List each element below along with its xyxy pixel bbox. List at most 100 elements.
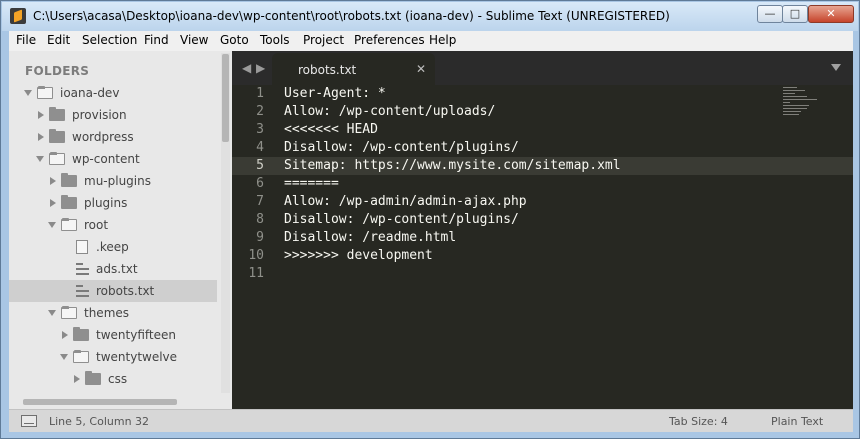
menu-tools[interactable]: Tools: [260, 33, 290, 47]
code-line[interactable]: Disallow: /readme.html: [284, 229, 456, 247]
menu-find[interactable]: Find: [144, 33, 169, 47]
menu-preferences[interactable]: Preferences: [354, 33, 425, 47]
tree-item-label: plugins: [84, 196, 128, 210]
menu-view[interactable]: View: [180, 33, 208, 47]
tree-item-twentyfifteen[interactable]: twentyfifteen: [9, 324, 217, 346]
code-line[interactable]: User-Agent: *: [284, 85, 386, 103]
status-bar: Line 5, Column 32 Tab Size: 4 Plain Text: [9, 409, 853, 432]
tree-item-ads-txt[interactable]: ads.txt: [9, 258, 217, 280]
menu-selection[interactable]: Selection: [82, 33, 137, 47]
tree-item-wp-content[interactable]: wp-content: [9, 148, 217, 170]
tab-size-indicator[interactable]: Tab Size: 4: [669, 415, 728, 428]
line-number: 6: [256, 176, 264, 191]
tab-nav-right-icon[interactable]: ▶: [256, 61, 265, 75]
folder-icon: [49, 129, 65, 143]
tab-label: robots.txt: [298, 63, 357, 77]
code-line[interactable]: Allow: /wp-content/uploads/: [284, 103, 495, 121]
cursor-position: Line 5, Column 32: [49, 415, 150, 428]
tree-item-label: twentytwelve: [96, 350, 178, 364]
folder-open-icon: [61, 306, 77, 319]
line-number: 10: [248, 248, 264, 263]
chevron-right-icon[interactable]: [50, 199, 56, 207]
tree-item-label: themes: [84, 306, 130, 320]
tab-bar: ◀ ▶ robots.txt ✕: [232, 51, 853, 85]
tree-item-label: mu-plugins: [84, 174, 151, 188]
tree-item-twentytwelve[interactable]: twentytwelve: [9, 346, 217, 368]
folder-icon: [73, 327, 89, 341]
tree-item-label: ioana-dev: [60, 86, 120, 100]
code-line[interactable]: >>>>>>> development: [284, 247, 433, 265]
tab-nav-left-icon[interactable]: ◀: [242, 61, 251, 75]
sidebar-horizontal-scrollbar[interactable]: [23, 399, 177, 405]
tree-item-label: wordpress: [72, 130, 134, 144]
chevron-right-icon[interactable]: [50, 177, 56, 185]
line-number: 11: [248, 266, 264, 281]
tree-item-label: robots.txt: [96, 284, 155, 298]
chevron-right-icon[interactable]: [62, 331, 68, 339]
code-line[interactable]: Disallow: /wp-content/plugins/: [284, 139, 519, 157]
minimap[interactable]: [779, 85, 851, 125]
minimize-button[interactable]: —: [757, 5, 783, 23]
folder-open-icon: [49, 152, 65, 165]
menu-bar: File Edit Selection Find View Goto Tools…: [9, 31, 853, 51]
file-icon: [76, 240, 88, 254]
line-number: 5: [256, 158, 264, 173]
folder-icon: [49, 107, 65, 121]
code-line[interactable]: =======: [284, 175, 339, 193]
chevron-right-icon[interactable]: [38, 111, 44, 119]
maximize-button[interactable]: □: [782, 5, 808, 23]
text-file-icon: [76, 263, 89, 275]
tree-item-keep[interactable]: .keep: [9, 236, 217, 258]
tree-item-wordpress[interactable]: wordpress: [9, 126, 217, 148]
sublime-text-icon: [10, 8, 26, 24]
tree-item-mu-plugins[interactable]: mu-plugins: [9, 170, 217, 192]
sidebar-scrollbar-thumb[interactable]: [222, 54, 229, 142]
menu-file[interactable]: File: [16, 33, 36, 47]
chevron-down-icon[interactable]: [24, 90, 32, 96]
chevron-right-icon[interactable]: [74, 375, 80, 383]
console-icon[interactable]: [21, 415, 37, 427]
folder-open-icon: [37, 86, 53, 99]
line-number: 8: [256, 212, 264, 227]
chevron-right-icon[interactable]: [38, 133, 44, 141]
line-number: 9: [256, 230, 264, 245]
line-number: 4: [256, 140, 264, 155]
tree-item-css[interactable]: css: [9, 368, 217, 390]
code-line[interactable]: Allow: /wp-admin/admin-ajax.php: [284, 193, 527, 211]
menu-edit[interactable]: Edit: [47, 33, 70, 47]
code-line[interactable]: <<<<<<< HEAD: [284, 121, 378, 139]
tree-item-themes[interactable]: themes: [9, 302, 217, 324]
tree-item-provision[interactable]: provision: [9, 104, 217, 126]
tree-item-ioana-dev[interactable]: ioana-dev: [9, 82, 217, 104]
tab-robots-txt[interactable]: robots.txt ✕: [272, 53, 435, 85]
line-number: 7: [256, 194, 264, 209]
tree-item-robots-txt[interactable]: robots.txt: [9, 280, 217, 302]
tree-item-label: .keep: [96, 240, 129, 254]
line-number: 1: [256, 86, 264, 101]
chevron-down-icon[interactable]: [36, 156, 44, 162]
window-title: C:\Users\acasa\Desktop\ioana-dev\wp-cont…: [33, 9, 670, 23]
folder-open-icon: [61, 218, 77, 231]
chevron-down-icon[interactable]: [831, 64, 841, 71]
tree-item-root[interactable]: root: [9, 214, 217, 236]
folder-open-icon: [73, 350, 89, 363]
chevron-down-icon[interactable]: [60, 354, 68, 360]
folder-icon: [61, 173, 77, 187]
chevron-down-icon[interactable]: [48, 310, 56, 316]
menu-goto[interactable]: Goto: [220, 33, 249, 47]
menu-help[interactable]: Help: [429, 33, 456, 47]
syntax-indicator[interactable]: Plain Text: [771, 415, 823, 428]
close-icon[interactable]: ✕: [416, 62, 426, 76]
menu-project[interactable]: Project: [303, 33, 344, 47]
chevron-down-icon[interactable]: [48, 222, 56, 228]
tree-item-label: css: [108, 372, 128, 386]
close-button[interactable]: ✕: [808, 5, 854, 23]
code-line[interactable]: Sitemap: https://www.mysite.com/sitemap.…: [284, 157, 621, 175]
code-editor[interactable]: 1 2 3 4 5 6 7 8 9 10 11 User-Agent: * Al…: [232, 85, 853, 409]
tree-item-label: provision: [72, 108, 127, 122]
folders-heading: FOLDERS: [25, 64, 90, 78]
code-line[interactable]: Disallow: /wp-content/plugins/: [284, 211, 519, 229]
text-file-icon: [76, 285, 89, 297]
tree-item-plugins[interactable]: plugins: [9, 192, 217, 214]
title-bar[interactable]: C:\Users\acasa\Desktop\ioana-dev\wp-cont…: [2, 2, 858, 31]
